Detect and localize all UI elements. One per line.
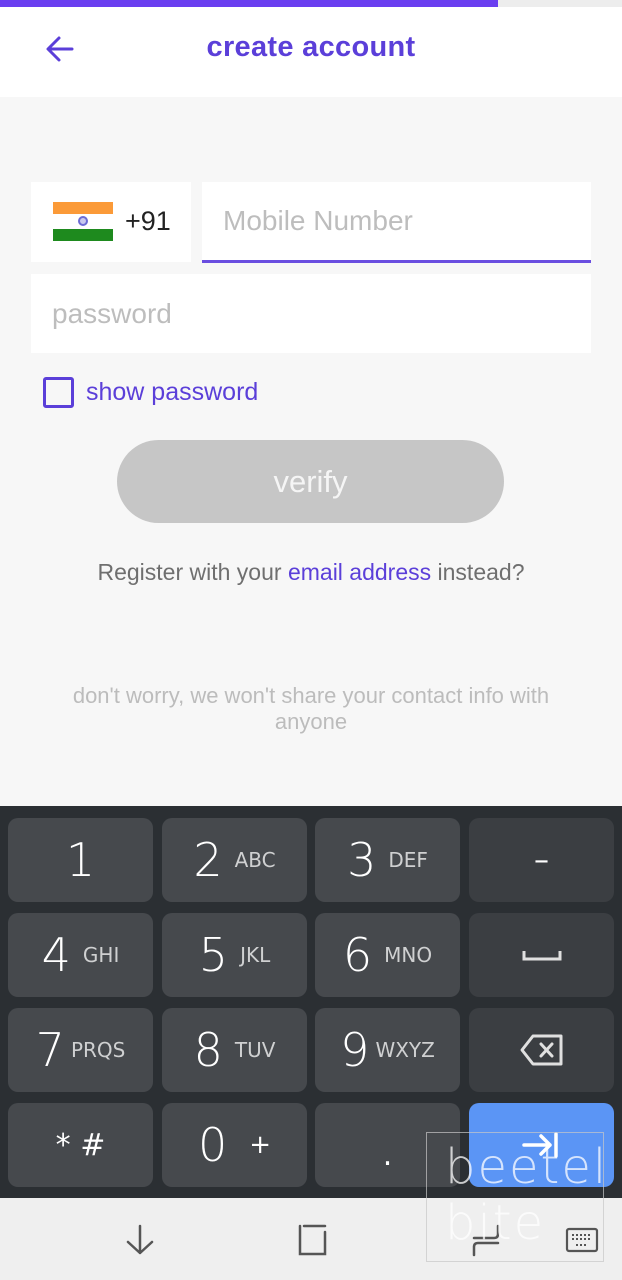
key-next[interactable] — [469, 1103, 614, 1187]
dash-symbol: – — [534, 842, 549, 878]
key-digit: 4 — [41, 928, 71, 982]
progress-fill — [0, 0, 498, 7]
key-0[interactable]: 0 + — [162, 1103, 307, 1187]
next-field-icon — [521, 1132, 558, 1158]
key-digit: 2 — [193, 833, 223, 887]
key-star-hash[interactable]: * # — [8, 1103, 153, 1187]
show-password-checkbox[interactable] — [43, 377, 74, 408]
show-password-label[interactable]: show password — [86, 378, 258, 407]
key-9[interactable]: 9 WXYZ — [315, 1008, 460, 1092]
key-7[interactable]: 7 PRQS — [8, 1008, 153, 1092]
privacy-note: don't worry, we won't share your contact… — [72, 683, 550, 734]
key-letters: MNO — [384, 943, 433, 967]
key-letters: JKL — [240, 943, 271, 967]
key-digit: 5 — [198, 928, 229, 982]
keyboard-icon — [565, 1227, 599, 1253]
key-letters: TUV — [234, 1038, 276, 1062]
key-dash[interactable]: – — [469, 818, 614, 902]
arrow-down-icon — [126, 1224, 154, 1255]
star-hash-symbol: * # — [55, 1127, 106, 1163]
key-letters: DEF — [388, 848, 428, 872]
key-1[interactable]: 1 — [8, 818, 153, 902]
page-title: create account — [206, 31, 416, 63]
hide-keyboard-button[interactable] — [120, 1220, 160, 1260]
key-digit: 1 — [65, 833, 96, 887]
backspace-icon — [520, 1034, 562, 1066]
key-backspace[interactable] — [469, 1008, 614, 1092]
key-5[interactable]: 5 JKL — [162, 913, 307, 997]
progress-track — [0, 0, 622, 7]
back-nav-icon — [472, 1224, 500, 1257]
key-digit: 0 — [197, 1118, 228, 1172]
mobile-number-input[interactable] — [202, 182, 591, 260]
numeric-keyboard: 1 2 ABC 3 DEF – 4 GHI 5 JKL 6 MNO 7 PRQS… — [0, 806, 622, 1198]
home-button[interactable] — [293, 1220, 333, 1260]
header: create account — [0, 7, 622, 97]
key-letters: WXYZ — [375, 1038, 435, 1062]
key-plus: + — [249, 1130, 272, 1160]
register-prefix: Register with your — [97, 559, 288, 585]
email-address-link[interactable]: email address — [288, 559, 431, 585]
india-flag-icon — [53, 202, 113, 242]
register-alternative: Register with your email address instead… — [0, 559, 622, 586]
system-navbar — [0, 1198, 622, 1280]
show-password-toggle[interactable]: show password — [43, 377, 258, 408]
key-3[interactable]: 3 DEF — [315, 818, 460, 902]
password-input[interactable] — [31, 274, 591, 353]
password-field[interactable] — [31, 274, 591, 353]
key-digit: 6 — [342, 928, 373, 982]
key-space[interactable] — [469, 913, 614, 997]
home-square-icon — [298, 1224, 327, 1256]
key-letters: GHI — [82, 943, 120, 967]
key-letters: ABC — [234, 848, 276, 872]
key-digit: 9 — [340, 1023, 370, 1077]
dot-symbol: . — [382, 1137, 393, 1173]
key-8[interactable]: 8 TUV — [162, 1008, 307, 1092]
keyboard-switch-button[interactable] — [562, 1220, 602, 1260]
key-dot[interactable]: . — [315, 1103, 460, 1187]
register-suffix: instead? — [431, 559, 525, 585]
mobile-number-field[interactable] — [202, 182, 591, 263]
key-digit: 3 — [347, 833, 377, 887]
key-letters: PRQS — [70, 1038, 126, 1062]
verify-button[interactable]: verify — [117, 440, 504, 523]
key-6[interactable]: 6 MNO — [315, 913, 460, 997]
key-2[interactable]: 2 ABC — [162, 818, 307, 902]
back-nav-button[interactable] — [466, 1220, 506, 1260]
country-code-selector[interactable]: +91 — [31, 182, 191, 262]
key-digit: 8 — [193, 1023, 223, 1077]
key-4[interactable]: 4 GHI — [8, 913, 153, 997]
key-digit: 7 — [35, 1023, 65, 1077]
space-icon — [522, 951, 561, 961]
dial-code: +91 — [125, 206, 171, 236]
